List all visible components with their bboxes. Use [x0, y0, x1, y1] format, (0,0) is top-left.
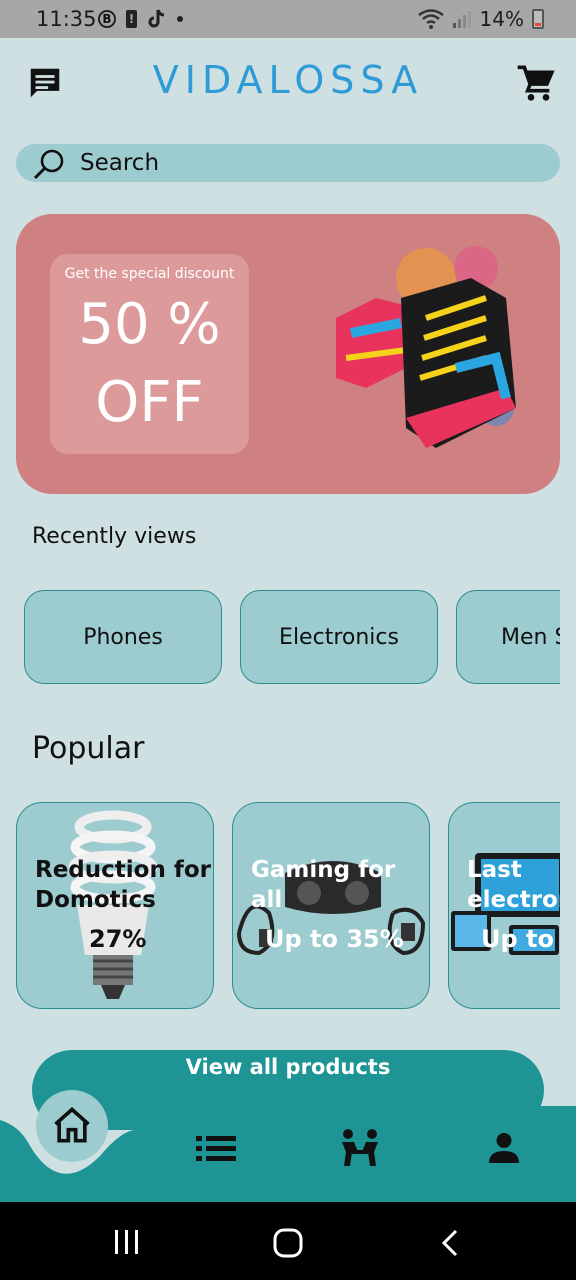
card-title: Reduction for Domotics [35, 857, 211, 913]
promo-box: Get the special discount 50 % OFF [50, 254, 249, 454]
status-right: 14% [417, 7, 544, 31]
promo-off: OFF [95, 370, 204, 435]
app-logo: VIDALOSSA [152, 58, 424, 102]
card-discount: Up to 35% [265, 925, 404, 953]
tiktok-icon [148, 9, 165, 28]
chip-phones[interactable]: Phones [24, 590, 222, 684]
chip-label: Electronics [279, 624, 399, 650]
notification-icons: B ! [98, 8, 183, 30]
back-icon[interactable] [438, 1228, 462, 1258]
wifi-icon [417, 9, 444, 29]
discount-banner[interactable]: Get the special discount 50 % OFF [16, 214, 560, 494]
profile-icon[interactable] [486, 1130, 522, 1166]
popular-cards: Reduction for Domotics 27% Gaming for all … [0, 802, 560, 1012]
community-icon[interactable] [338, 1128, 382, 1168]
card-gaming[interactable]: Gaming for all Up to 35% [232, 802, 430, 1009]
cart-icon[interactable] [516, 64, 556, 104]
search-bar[interactable]: Search [16, 144, 560, 182]
promo-subtitle: Get the special discount [64, 266, 235, 282]
chip-electronics[interactable]: Electronics [240, 590, 438, 684]
sneakers-image [336, 246, 516, 448]
search-icon [33, 149, 64, 180]
battery-percent: 14% [479, 7, 524, 31]
promo-percent: 50 % [78, 292, 221, 357]
card-discount: Up to [481, 925, 554, 953]
home-system-icon[interactable] [272, 1228, 304, 1258]
card-electronics[interactable]: Lastelectron Up to [448, 802, 560, 1009]
recent-apps-icon[interactable] [112, 1228, 142, 1256]
chip-label: Men S [501, 624, 560, 650]
more-dot-icon [177, 16, 183, 22]
battery-icon [532, 9, 544, 29]
card-domotics[interactable]: Reduction for Domotics 27% [16, 802, 214, 1009]
b-badge-icon: B [98, 10, 116, 28]
status-time: 11:35 [36, 7, 97, 31]
view-all-label: View all products [185, 1055, 391, 1079]
status-bar: 11:35 B ! 14% [0, 0, 576, 38]
chip-label: Phones [83, 624, 163, 650]
signal-icon [452, 11, 471, 28]
list-icon[interactable] [196, 1134, 236, 1162]
system-nav-bar [0, 1202, 576, 1280]
nav-home-button[interactable] [36, 1090, 108, 1162]
alert-icon: ! [126, 10, 137, 28]
popular-title: Popular [32, 731, 145, 766]
search-input[interactable]: Search [80, 150, 159, 176]
chip-men[interactable]: Men S [456, 590, 560, 684]
card-discount: 27% [89, 925, 147, 953]
recent-views-title: Recently views [32, 524, 197, 549]
home-icon [54, 1107, 90, 1143]
card-title: Lastelectron [467, 857, 560, 913]
recent-chips: Phones Electronics Men S [0, 590, 560, 686]
card-title: Gaming for all [251, 857, 396, 913]
